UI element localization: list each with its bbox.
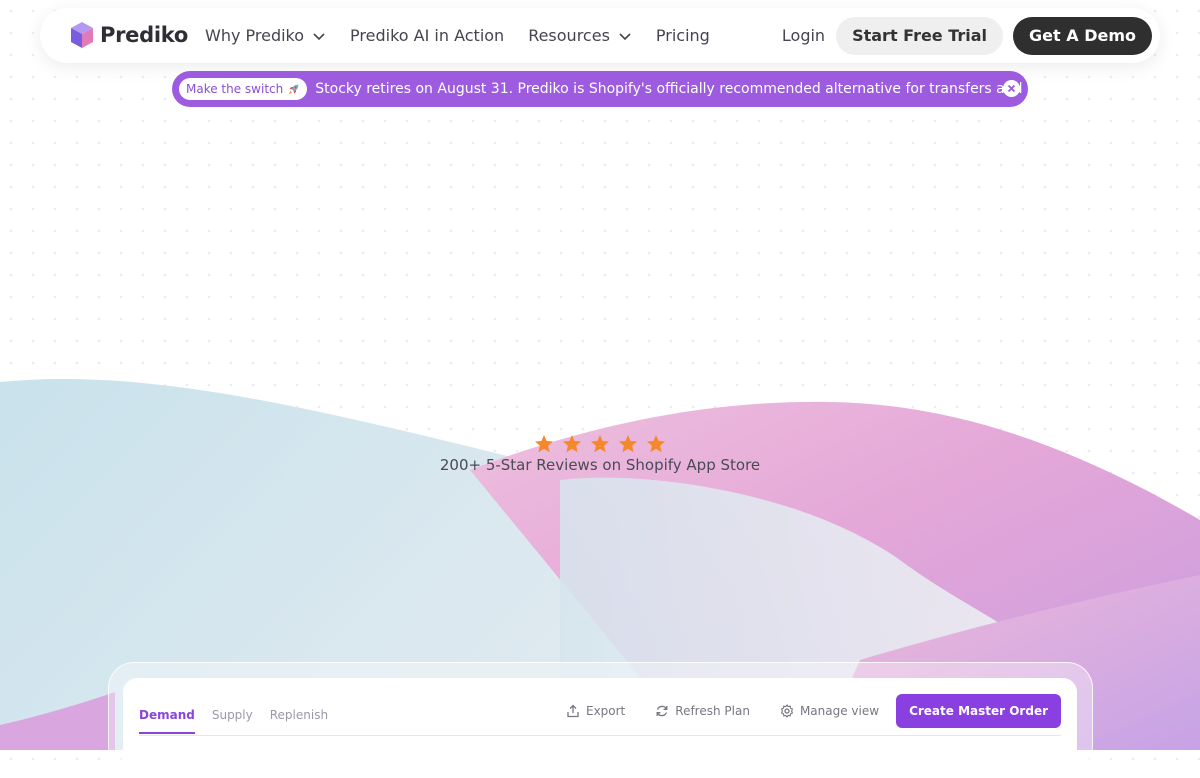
nav-item-ai-in-action[interactable]: Prediko AI in Action [350,26,504,45]
star-rating [0,434,1200,454]
export-label: Export [585,704,626,718]
star-icon [619,435,637,453]
cube-logo-icon [71,22,93,48]
planning-tabs: Demand Supply Replenish [139,708,328,734]
nav-actions: Login Start Free Trial Get A Demo [782,8,1152,63]
login-link[interactable]: Login [782,26,825,45]
top-navbar: Prediko Why Prediko Prediko AI in Action… [40,8,1160,63]
primary-nav: Why Prediko Prediko AI in Action Resourc… [205,8,710,63]
star-icon [647,435,665,453]
chevron-down-icon [619,32,631,40]
nav-item-resources[interactable]: Resources [528,26,632,45]
star-icon [535,435,553,453]
chevron-down-icon [313,32,325,40]
prediko-logo[interactable]: Prediko [70,21,188,49]
tabs-divider [139,735,1061,736]
nav-item-pricing[interactable]: Pricing [656,26,710,45]
export-button[interactable]: Export [566,704,625,718]
nav-item-label: Pricing [655,26,710,45]
tab-replenish[interactable]: Replenish [270,708,328,734]
close-announcement-button[interactable] [1003,80,1020,97]
export-icon [567,704,579,718]
close-icon [1007,84,1016,93]
tab-demand[interactable]: Demand [139,708,195,734]
nav-item-why-prediko[interactable]: Why Prediko [205,26,326,45]
refresh-icon [656,705,668,717]
announcement-text: Stocky retires on August 31. Prediko is … [315,81,1068,97]
manage-view-button[interactable]: Manage view [780,704,879,718]
announcement-banner[interactable]: Make the switch Stocky retires on August… [172,71,1068,107]
get-a-demo-button[interactable]: Get A Demo [1013,16,1152,55]
refresh-plan-label: Refresh Plan [675,704,750,718]
app-preview-card: Demand Supply Replenish Export Refresh P… [123,678,1077,778]
nav-item-label: Why Prediko [205,26,305,45]
start-free-trial-button[interactable]: Start Free Trial [836,16,1004,55]
create-master-order-button[interactable]: Create Master Order [896,694,1061,728]
star-icon [563,435,581,453]
reviews-section: 200+ 5-Star Reviews on Shopify App Store [0,434,1200,474]
reviews-text: 200+ 5-Star Reviews on Shopify App Store [439,456,761,474]
announcement-pill: Make the switch [179,78,308,100]
refresh-plan-button[interactable]: Refresh Plan [655,704,750,718]
nav-item-label: Resources [528,26,610,45]
announcement-pill-label: Make the switch [186,82,284,96]
gear-icon [780,704,794,718]
manage-view-label: Manage view [799,704,880,718]
star-icon [591,435,609,453]
tab-supply[interactable]: Supply [212,708,253,734]
toolbar-actions: Export Refresh Plan Manage view Create M… [566,694,1061,728]
brand-name: Prediko [100,23,188,47]
hero-background-waves [0,378,1200,750]
rocket-icon [288,84,299,94]
nav-item-label: Prediko AI in Action [350,26,505,45]
